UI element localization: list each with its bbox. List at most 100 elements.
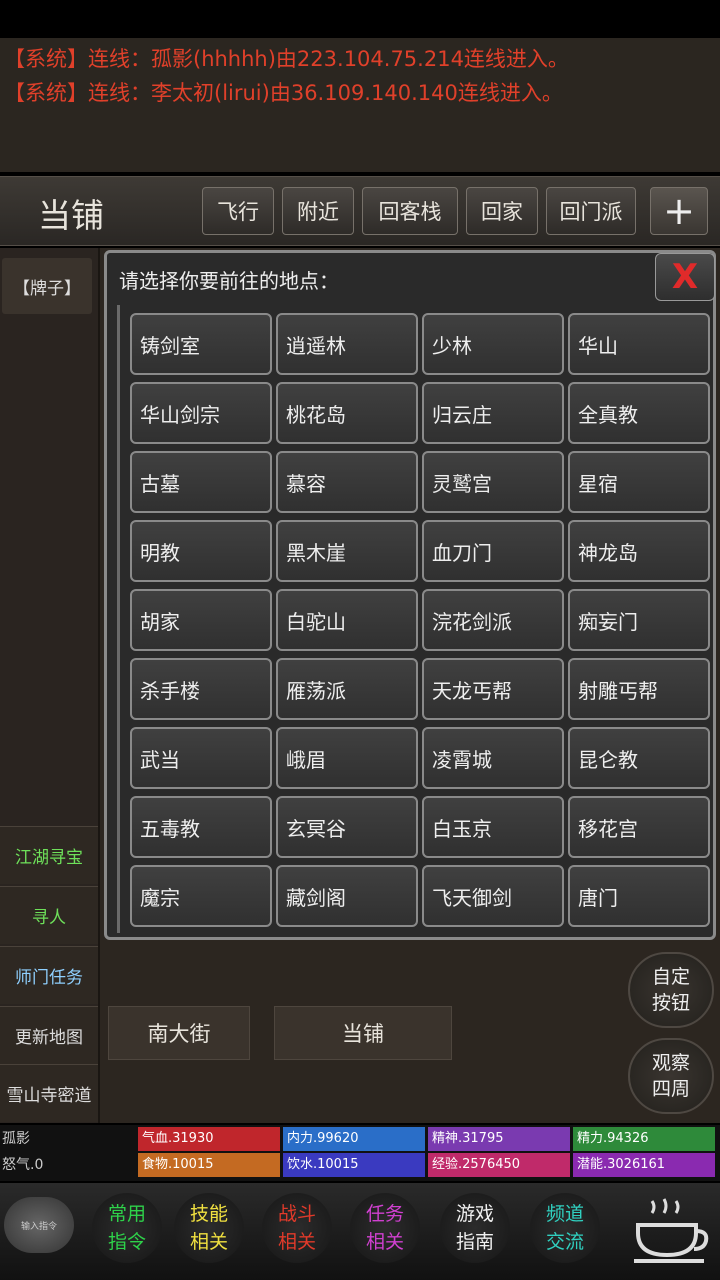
toolbar-label-line1: 频道 xyxy=(545,1203,584,1225)
nearby-button[interactable]: 附近 xyxy=(282,187,354,235)
location-button[interactable]: 移花宫 xyxy=(568,796,710,858)
location-button[interactable]: 飞天御剑 xyxy=(422,865,564,927)
exit-pawnshop[interactable]: 当铺 xyxy=(274,1006,452,1060)
return-inn-button[interactable]: 回客栈 xyxy=(362,187,458,235)
snow-temple-passage-label: 雪山寺密道 xyxy=(6,1086,92,1106)
stat-bar: 精神.31795 xyxy=(428,1127,570,1151)
look-label-1: 观察 xyxy=(651,1052,690,1074)
toolbar-button[interactable]: 战斗 相关 xyxy=(262,1193,332,1263)
anger-value: 怒气.0 xyxy=(2,1157,44,1173)
location-button[interactable]: 藏剑阁 xyxy=(276,865,418,927)
fly-button[interactable]: 飞行 xyxy=(202,187,274,235)
location-button[interactable]: 逍遥林 xyxy=(276,313,418,375)
system-log: 【系统】连线：孤影(hhhhh)由223.104.75.214连线进入。 【系统… xyxy=(0,38,720,172)
look-label-2: 四周 xyxy=(651,1078,690,1100)
toolbar-button-label: 常用 指令 xyxy=(108,1200,146,1256)
stat-bar: 内力.99620 xyxy=(283,1127,425,1151)
toolbar-button-label: 频道 交流 xyxy=(546,1200,584,1256)
location-button[interactable]: 五毒教 xyxy=(130,796,272,858)
toolbar-label-line1: 战斗 xyxy=(277,1203,316,1225)
location-button[interactable]: 全真教 xyxy=(568,382,710,444)
toolbar-button-label: 任务 相关 xyxy=(366,1200,404,1256)
dialog-title: 请选择你要前往的地点： xyxy=(119,269,339,293)
sect-task-label: 师门任务 xyxy=(15,968,83,988)
location-button[interactable]: 血刀门 xyxy=(422,520,564,582)
location-button[interactable]: 灵鹫宫 xyxy=(422,451,564,513)
location-button[interactable]: 武当 xyxy=(130,727,272,789)
toolbar-button-label: 战斗 相关 xyxy=(278,1200,316,1256)
location-button[interactable]: 古墓 xyxy=(130,451,272,513)
location-button[interactable]: 白玉京 xyxy=(422,796,564,858)
toolbar-label-line1: 任务 xyxy=(365,1203,404,1225)
location-button[interactable]: 华山 xyxy=(568,313,710,375)
custom-label-1: 自定 xyxy=(651,966,690,988)
stat-bar: 潜能.3026161 xyxy=(573,1153,715,1177)
find-person-button[interactable]: 寻人 xyxy=(0,886,98,944)
treasure-hunt-button[interactable]: 江湖寻宝 xyxy=(0,826,98,884)
location-button[interactable]: 雁荡派 xyxy=(276,658,418,720)
plus-button[interactable]: + xyxy=(650,187,708,235)
location-button[interactable]: 黑木崖 xyxy=(276,520,418,582)
toolbar-button[interactable]: 频道 交流 xyxy=(530,1193,600,1263)
sign-button[interactable]: 【牌子】 xyxy=(2,258,92,314)
place-title: 当铺 xyxy=(38,196,104,235)
location-select-dialog: 请选择你要前往的地点： X 铸剑室 逍遥林 少林 华山华山剑宗 桃花岛 归云庄 全真教古墓慕… xyxy=(104,250,716,940)
toolbar-button-label: 技能 相关 xyxy=(190,1200,228,1256)
exit-south-street[interactable]: 南大街 xyxy=(108,1006,250,1060)
sect-task-button[interactable]: 师门任务 xyxy=(0,946,98,1004)
snow-temple-passage-button[interactable]: 雪山寺密道 xyxy=(0,1064,98,1122)
location-button[interactable]: 痴妄门 xyxy=(568,589,710,651)
stat-bar: 饮水.10015 xyxy=(283,1153,425,1177)
stat-bar: 精力.94326 xyxy=(573,1127,715,1151)
treasure-hunt-label: 江湖寻宝 xyxy=(15,848,83,868)
location-button[interactable]: 神龙岛 xyxy=(568,520,710,582)
location-button[interactable]: 胡家 xyxy=(130,589,272,651)
location-button[interactable]: 桃花岛 xyxy=(276,382,418,444)
log-line: 【系统】连线：孤影(hhhhh)由223.104.75.214连线进入。 xyxy=(4,47,569,71)
location-button[interactable]: 玄冥谷 xyxy=(276,796,418,858)
location-button[interactable]: 白驼山 xyxy=(276,589,418,651)
close-button[interactable]: X xyxy=(655,253,715,301)
custom-button[interactable]: 自定 按钮 xyxy=(628,952,714,1028)
location-header: 当铺 飞行 附近 回客栈 回家 回门派 + xyxy=(0,176,720,246)
coffee-cup-icon[interactable] xyxy=(630,1191,714,1269)
location-button[interactable]: 唐门 xyxy=(568,865,710,927)
location-button[interactable]: 归云庄 xyxy=(422,382,564,444)
look-around-button[interactable]: 观察 四周 xyxy=(628,1038,714,1114)
location-button[interactable]: 杀手楼 xyxy=(130,658,272,720)
location-button[interactable]: 凌霄城 xyxy=(422,727,564,789)
go-home-button[interactable]: 回家 xyxy=(466,187,538,235)
return-sect-button[interactable]: 回门派 xyxy=(546,187,636,235)
location-button[interactable]: 铸剑室 xyxy=(130,313,272,375)
location-button[interactable]: 华山剑宗 xyxy=(130,382,272,444)
toolbar-button-label: 游戏 指南 xyxy=(456,1200,494,1256)
stat-bar: 气血.31930 xyxy=(138,1127,280,1151)
command-input-button[interactable]: 输入指令 xyxy=(4,1197,74,1253)
location-button[interactable]: 天龙丐帮 xyxy=(422,658,564,720)
toolbar-label-line2: 指令 xyxy=(107,1231,146,1253)
update-map-button[interactable]: 更新地图 xyxy=(0,1006,98,1064)
stat-bar: 食物.10015 xyxy=(138,1153,280,1177)
toolbar-label-line1: 游戏 xyxy=(455,1203,494,1225)
location-button[interactable]: 浣花剑派 xyxy=(422,589,564,651)
stat-bar: 经验.2576450 xyxy=(428,1153,570,1177)
log-line: 【系统】连线：李太初(lirui)由36.109.140.140连线进入。 xyxy=(4,81,563,105)
location-button[interactable]: 魔宗 xyxy=(130,865,272,927)
location-button[interactable]: 少林 xyxy=(422,313,564,375)
location-button[interactable]: 慕容 xyxy=(276,451,418,513)
find-person-label: 寻人 xyxy=(32,908,66,928)
update-map-label: 更新地图 xyxy=(15,1028,83,1048)
location-button[interactable]: 星宿 xyxy=(568,451,710,513)
toolbar-button[interactable]: 游戏 指南 xyxy=(440,1193,510,1263)
location-button[interactable]: 峨眉 xyxy=(276,727,418,789)
toolbar-button[interactable]: 常用 指令 xyxy=(92,1193,162,1263)
toolbar-label-line2: 相关 xyxy=(365,1231,404,1253)
toolbar-label-line1: 常用 xyxy=(107,1203,146,1225)
location-button[interactable]: 射雕丐帮 xyxy=(568,658,710,720)
toolbar-label-line2: 相关 xyxy=(277,1231,316,1253)
location-button[interactable]: 昆仑教 xyxy=(568,727,710,789)
location-button[interactable]: 明教 xyxy=(130,520,272,582)
toolbar-button[interactable]: 技能 相关 xyxy=(174,1193,244,1263)
toolbar-label-line2: 交流 xyxy=(545,1231,584,1253)
toolbar-button[interactable]: 任务 相关 xyxy=(350,1193,420,1263)
